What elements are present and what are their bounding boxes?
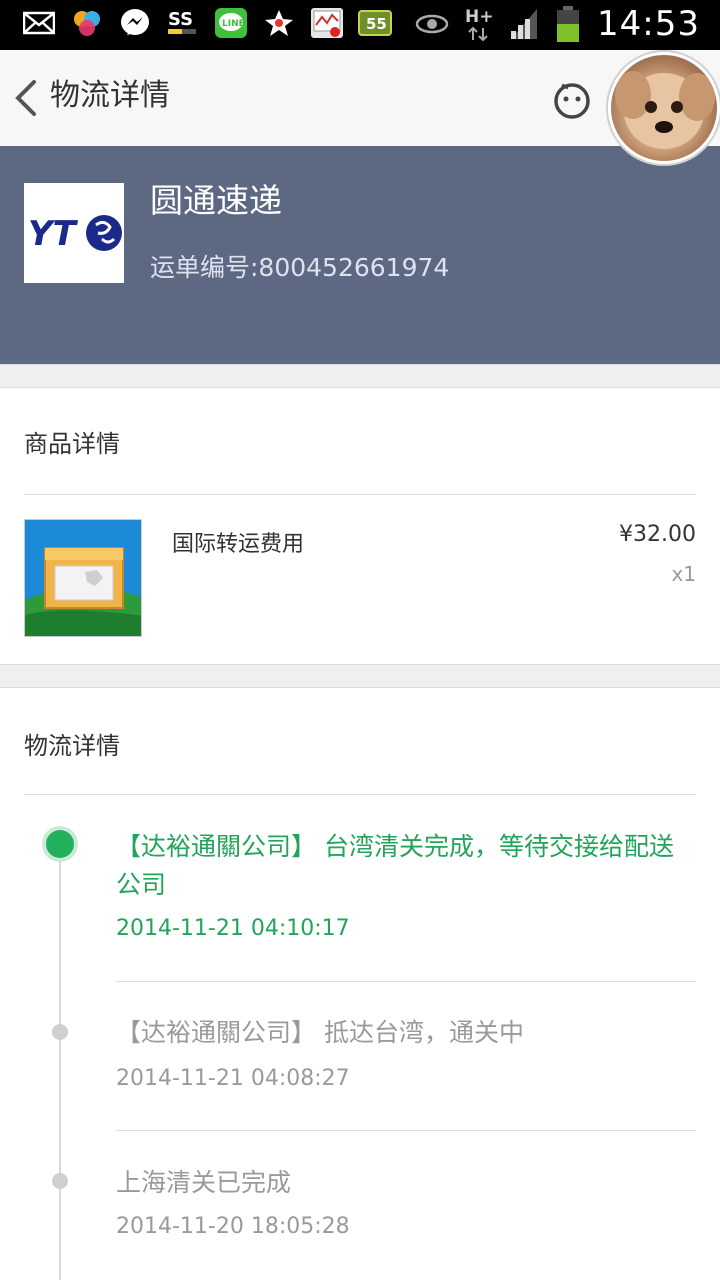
timeline-dot: [52, 1024, 68, 1040]
shipment-header: YT 圆通速递 运单编号:800452661974: [0, 146, 720, 364]
mail-icon: [22, 6, 56, 40]
network-hplus-icon: H+: [465, 7, 493, 42]
system-icons: H+ 14:53: [415, 4, 700, 44]
ss-icon: SS: [166, 6, 200, 40]
battery-icon: [557, 6, 580, 42]
timeline-line: [59, 846, 61, 1280]
logistics-section-title: 物流详情: [24, 732, 120, 760]
star-icon: [262, 6, 296, 40]
company-name: 圆通速递: [150, 181, 282, 220]
eye-icon: [415, 14, 449, 34]
logo-text: YT: [28, 214, 79, 254]
product-name[interactable]: 国际转运费用: [172, 526, 304, 558]
notification-55-icon: 55: [358, 6, 392, 40]
event-text: 【达裕通關公司】 抵达台湾，通关中: [116, 1018, 524, 1047]
event-time: 2014-11-20 18:05:28: [116, 1214, 350, 1239]
svg-text:H+: H+: [465, 7, 493, 27]
event-time: 2014-11-21 04:08:27: [116, 1066, 350, 1091]
svg-text:LINE: LINE: [222, 19, 245, 29]
notification-badge: 55: [366, 15, 387, 33]
timeline-dot-current: [46, 830, 74, 858]
product-quantity: x1: [671, 562, 696, 586]
timeline-dot: [52, 1173, 68, 1189]
section-gap: [0, 364, 720, 388]
page-title: 物流详情: [50, 78, 170, 113]
event-text: 上海清关已完成: [116, 1168, 292, 1197]
product-image: [24, 519, 142, 637]
line-icon: LINE: [214, 6, 248, 40]
face-icon[interactable]: [552, 80, 592, 120]
event-time: 2014-11-21 04:10:17: [116, 916, 350, 941]
company-logo: YT: [24, 183, 124, 283]
divider: [116, 1130, 696, 1131]
notification-icons: SS LINE 55: [22, 6, 392, 40]
divider: [116, 981, 696, 982]
color-app-icon: [70, 6, 104, 40]
back-button[interactable]: [12, 78, 42, 118]
svg-text:SS: SS: [168, 9, 193, 30]
status-bar: SS LINE 55 H+ 14:53: [0, 0, 720, 50]
avatar[interactable]: [608, 52, 720, 164]
product-section-title: 商品详情: [24, 430, 120, 458]
divider: [24, 494, 696, 495]
waybill-number[interactable]: 运单编号:800452661974: [150, 248, 449, 284]
section-gap: [0, 664, 720, 688]
divider: [24, 794, 696, 795]
event-text: 【达裕通關公司】 台湾清关完成，等待交接给配送公司: [116, 832, 674, 899]
messenger-icon: [118, 6, 152, 40]
product-price: ¥32.00: [619, 522, 696, 547]
clock: 14:53: [597, 4, 700, 44]
signal-icon: [511, 9, 538, 39]
calendar-icon: [310, 6, 344, 40]
